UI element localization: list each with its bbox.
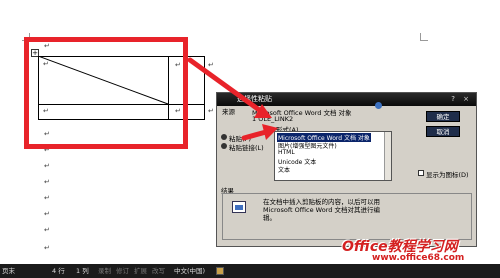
result-picture-icon <box>232 201 246 213</box>
status-rec[interactable]: 录制 <box>98 264 111 278</box>
list-item[interactable]: HTML <box>278 149 295 156</box>
dialog-title-bar[interactable]: 选择性粘贴 ? × <box>217 93 476 106</box>
dialog-title: 选择性粘贴 <box>237 95 272 103</box>
paste-link-radio-label[interactable]: 粘贴链接(L) <box>229 142 264 152</box>
status-ext[interactable]: 扩展 <box>134 264 147 278</box>
info-icon <box>375 102 382 109</box>
paste-format-list[interactable]: Microsoft Office Word 文档 对象 图片(增强型图元文件) … <box>274 131 392 181</box>
cancel-button[interactable]: 取消 <box>426 126 460 137</box>
title-bar-buttons[interactable]: ? × <box>451 93 472 106</box>
source-line-2: 1 OLE_LINK2 <box>252 115 294 123</box>
para-mark: ↵ <box>44 210 50 218</box>
table-border-right <box>204 56 205 120</box>
result-text-line-3: 辑。 <box>263 214 276 222</box>
status-column: 1 列 <box>76 267 89 275</box>
para-mark: ↵ <box>44 226 50 234</box>
status-bar: 页末 4 行 1 列 录制 修订 扩展 改写 中文(中国) <box>0 264 500 278</box>
watermark-url: www.office68.com <box>372 253 465 263</box>
paste-link-radio[interactable] <box>221 143 227 149</box>
para-mark: ↵ <box>44 244 50 252</box>
status-ovr[interactable]: 改写 <box>152 264 165 278</box>
source-label: 来源 <box>222 108 235 116</box>
highlight-frame <box>24 37 188 149</box>
result-text-line-2: Microsoft Office Word 文档对其进行编 <box>263 206 380 214</box>
status-trk[interactable]: 修订 <box>116 264 129 278</box>
spell-check-icon[interactable] <box>216 267 224 275</box>
status-language: 中文(中国) <box>174 267 206 275</box>
para-mark: ↵ <box>44 194 50 202</box>
display-as-icon-checkbox[interactable] <box>418 170 424 176</box>
status-line: 4 行 <box>52 267 65 275</box>
para-mark: ↵ <box>44 178 50 186</box>
page-corner-top-right <box>420 33 428 41</box>
para-mark: ↵ <box>44 162 50 170</box>
list-scrollbar[interactable] <box>384 132 391 180</box>
list-item[interactable]: 文本 <box>278 165 290 174</box>
para-mark: ↵ <box>208 107 214 115</box>
ok-button[interactable]: 确定 <box>426 111 460 122</box>
display-as-icon-label[interactable]: 显示为图标(D) <box>426 169 469 179</box>
paste-radio[interactable] <box>221 134 227 140</box>
para-mark: ↵ <box>208 61 214 69</box>
status-page-info: 页末 <box>2 267 15 275</box>
